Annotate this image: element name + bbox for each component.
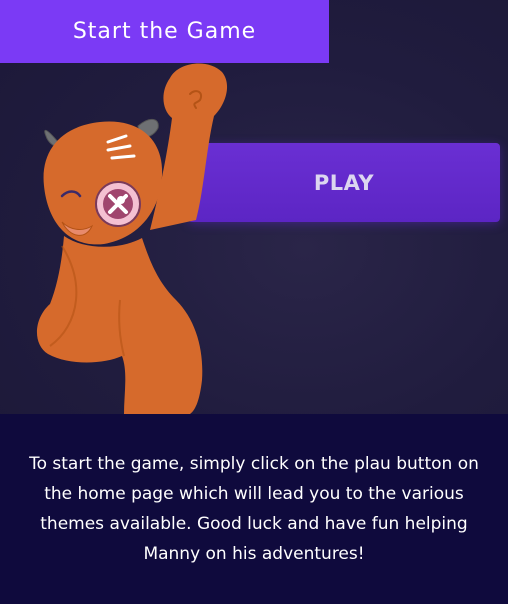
hero-section: Start the Game PLAY [0, 0, 508, 414]
instructions-panel: To start the game, simply click on the p… [0, 414, 508, 604]
start-game-title: Start the Game [0, 0, 329, 63]
play-button[interactable]: PLAY [188, 143, 500, 222]
instructions-text: To start the game, simply click on the p… [29, 454, 479, 564]
